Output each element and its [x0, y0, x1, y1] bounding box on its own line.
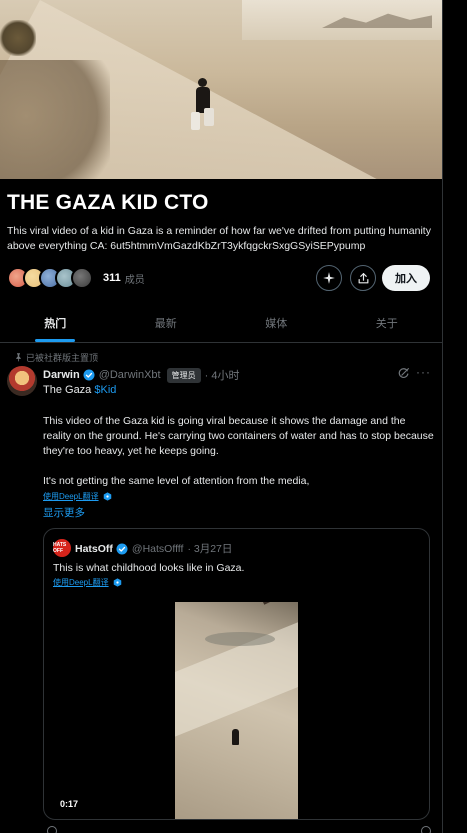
tab-media[interactable]: 媒体	[221, 303, 332, 342]
deepl-icon	[103, 492, 111, 501]
member-avatar	[71, 267, 93, 289]
grok-icon[interactable]	[397, 367, 410, 380]
community-page: THE GAZA KID CTO This viral video of a k…	[0, 0, 442, 833]
tab-latest[interactable]: 最新	[111, 303, 222, 342]
quote-video-thumbnail[interactable]	[175, 602, 298, 819]
join-button[interactable]: 加入	[382, 265, 430, 291]
community-description: This viral video of a kid in Gaza is a r…	[7, 225, 431, 252]
translate-label: 使用DeepL翻译	[43, 492, 99, 501]
post-body: This video of the Gaza kid is going vira…	[43, 414, 435, 489]
member-count-label: 成员	[124, 274, 145, 286]
member-avatars	[7, 267, 93, 289]
community-title: THE GAZA KID CTO	[7, 191, 209, 214]
share-button[interactable]	[350, 265, 376, 291]
post-line1: The Gaza $Kid	[43, 384, 116, 396]
quote-author-avatar[interactable]: HATS OFF	[53, 539, 71, 557]
more-options-icon[interactable]: ···	[416, 365, 431, 379]
post-line1-text: The Gaza	[43, 384, 95, 396]
quoted-post[interactable]: HATS OFF HatsOff @HatsOffff · 3月27日 This…	[43, 528, 430, 820]
reply-icon[interactable]	[47, 826, 57, 833]
video-duration: 0:17	[60, 799, 79, 809]
cashtag-link[interactable]: $Kid	[94, 384, 116, 396]
share-icon	[358, 272, 368, 283]
pinned-label: 已被社群版主置顶	[26, 353, 99, 363]
post-paragraph: This video of the Gaza kid is going vira…	[43, 415, 434, 457]
member-count: 311	[103, 272, 121, 284]
sparkle-icon	[323, 272, 335, 284]
grok-button[interactable]	[316, 265, 342, 291]
post-header: Darwin @DarwinXbt 管理员 · 4小时	[43, 367, 239, 383]
post-time[interactable]: · 4小时	[205, 367, 240, 383]
pinned-indicator: 已被社群版主置顶	[16, 351, 99, 364]
translate-label: 使用DeepL翻译	[53, 578, 109, 587]
pin-icon	[16, 353, 21, 362]
quote-author-handle[interactable]: @HatsOffff	[132, 543, 184, 555]
show-more-link[interactable]: 显示更多	[43, 505, 85, 520]
tab-about[interactable]: 关于	[332, 303, 443, 342]
post-paragraph: It's not getting the same level of atten…	[43, 475, 310, 487]
author-name[interactable]: Darwin	[43, 369, 80, 381]
role-badge: 管理员	[166, 367, 201, 383]
author-handle[interactable]: @DarwinXbt	[99, 369, 161, 381]
quote-header: HatsOff @HatsOffff · 3月27日	[75, 541, 232, 556]
verified-badge-icon	[116, 543, 128, 554]
tab-hot[interactable]: 热门	[0, 303, 111, 342]
verified-badge-icon	[83, 369, 95, 381]
share-post-icon[interactable]	[421, 826, 431, 833]
quote-author-name[interactable]: HatsOff	[75, 543, 113, 555]
video-child-figure	[232, 729, 239, 745]
author-avatar[interactable]	[7, 366, 37, 396]
community-tabs: 热门 最新 媒体 关于	[0, 303, 442, 343]
member-summary[interactable]: 311 成员	[7, 264, 145, 292]
deepl-icon	[113, 578, 121, 587]
quote-text: This is what childhood looks like in Gaz…	[53, 562, 245, 574]
quote-translate-link[interactable]: 使用DeepL翻译	[53, 577, 122, 588]
translate-link[interactable]: 使用DeepL翻译	[43, 491, 112, 502]
right-edge-panel	[442, 0, 467, 833]
quote-time[interactable]: · 3月27日	[187, 541, 232, 556]
post-action-bar	[43, 826, 433, 833]
community-banner-image	[0, 0, 442, 179]
